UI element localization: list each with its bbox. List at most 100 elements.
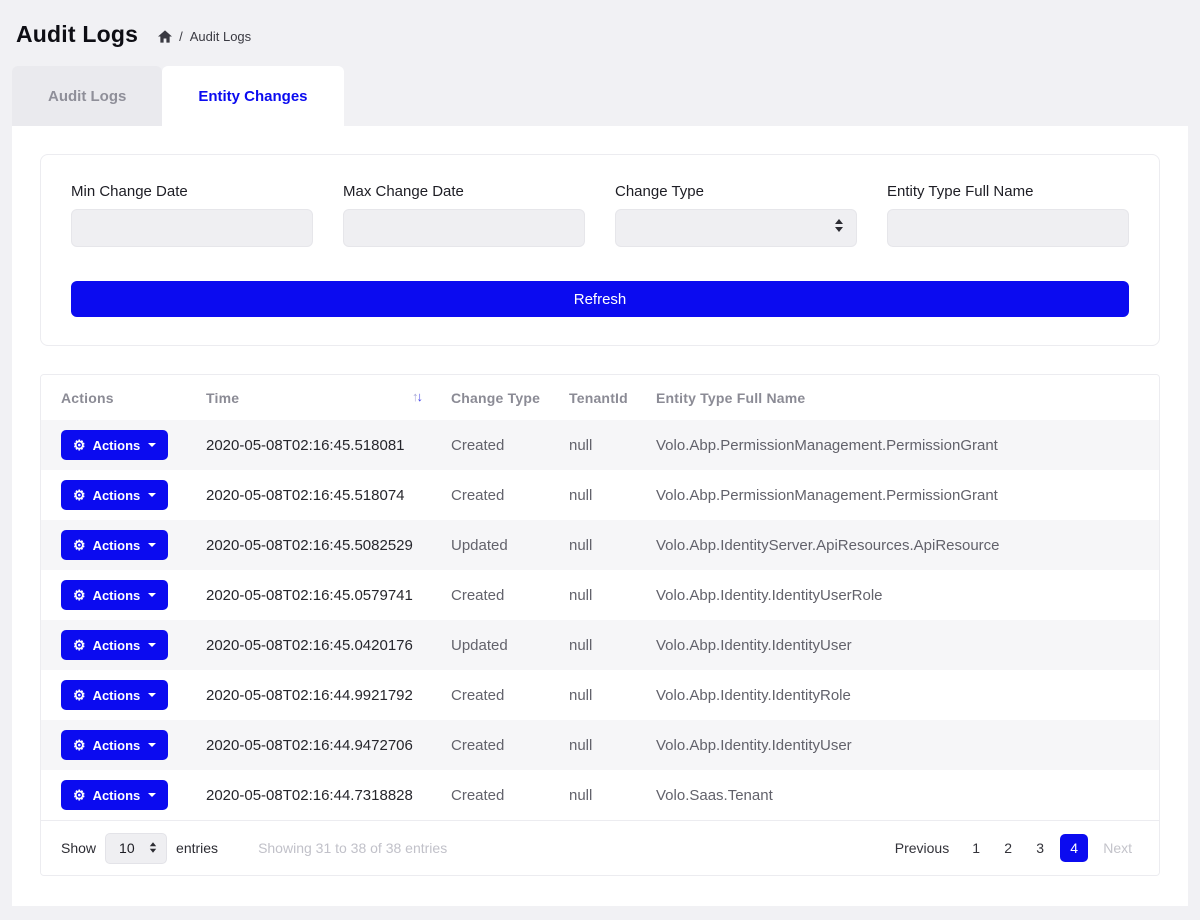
row-actions-button[interactable]: ⚙︎Actions	[61, 530, 168, 560]
breadcrumb: / Audit Logs	[158, 25, 251, 44]
caret-down-icon	[148, 493, 156, 497]
cell-time: 2020-05-08T02:16:45.0420176	[186, 620, 431, 670]
min-change-date-label: Min Change Date	[71, 183, 313, 200]
caret-down-icon	[148, 793, 156, 797]
gear-icon: ⚙︎	[73, 588, 86, 602]
table-footer: Show 10 entries Showing 31 to 38 of 38 e…	[41, 820, 1159, 875]
table-header-row: Actions Time ↑↓ Change Type TenantId Ent…	[41, 375, 1159, 420]
cell-change-type: Created	[431, 420, 549, 470]
cell-time: 2020-05-08T02:16:45.5082529	[186, 520, 431, 570]
table-row: ⚙︎Actions 2020-05-08T02:16:45.5082529 Up…	[41, 520, 1159, 570]
cell-entity-type: Volo.Saas.Tenant	[636, 770, 1159, 820]
column-header-tenant-id: TenantId	[549, 375, 636, 420]
table-row: ⚙︎Actions 2020-05-08T02:16:45.0420176 Up…	[41, 620, 1159, 670]
pagination-page-2[interactable]: 2	[996, 836, 1020, 860]
tab-audit-logs[interactable]: Audit Logs	[12, 66, 162, 126]
table-row: ⚙︎Actions 2020-05-08T02:16:44.7318828 Cr…	[41, 770, 1159, 820]
filter-panel: Min Change Date Max Change Date Change T…	[40, 154, 1160, 346]
gear-icon: ⚙︎	[73, 538, 86, 552]
page: Audit Logs / Audit Logs Audit Logs Entit…	[0, 0, 1200, 920]
row-actions-button[interactable]: ⚙︎Actions	[61, 480, 168, 510]
filter-field-max-change-date: Max Change Date	[343, 183, 585, 247]
caret-down-icon	[148, 693, 156, 697]
filter-grid: Min Change Date Max Change Date Change T…	[71, 183, 1129, 247]
pagination-page-1[interactable]: 1	[964, 836, 988, 860]
caret-down-icon	[148, 443, 156, 447]
table-row: ⚙︎Actions 2020-05-08T02:16:45.0579741 Cr…	[41, 570, 1159, 620]
caret-down-icon	[148, 543, 156, 547]
gear-icon: ⚙︎	[73, 638, 86, 652]
change-type-label: Change Type	[615, 183, 857, 200]
show-label: Show	[61, 840, 96, 856]
cell-entity-type: Volo.Abp.Identity.IdentityUser	[636, 720, 1159, 770]
caret-down-icon	[148, 593, 156, 597]
cell-change-type: Created	[431, 570, 549, 620]
max-change-date-input[interactable]	[343, 209, 585, 247]
entries-label: entries	[176, 840, 218, 856]
column-header-entity-type: Entity Type Full Name	[636, 375, 1159, 420]
caret-down-icon	[148, 743, 156, 747]
entity-type-label: Entity Type Full Name	[887, 183, 1129, 200]
gear-icon: ⚙︎	[73, 738, 86, 752]
cell-change-type: Updated	[431, 520, 549, 570]
cell-change-type: Created	[431, 770, 549, 820]
row-actions-button[interactable]: ⚙︎Actions	[61, 430, 168, 460]
change-type-select[interactable]	[615, 209, 857, 247]
table-row: ⚙︎Actions 2020-05-08T02:16:44.9472706 Cr…	[41, 720, 1159, 770]
column-header-time[interactable]: Time ↑↓	[186, 375, 431, 420]
gear-icon: ⚙︎	[73, 688, 86, 702]
pagination-next[interactable]: Next	[1096, 836, 1139, 860]
tab-entity-changes[interactable]: Entity Changes	[162, 66, 343, 126]
cell-entity-type: Volo.Abp.Identity.IdentityUser	[636, 620, 1159, 670]
caret-down-icon	[148, 643, 156, 647]
row-actions-button[interactable]: ⚙︎Actions	[61, 630, 168, 660]
row-actions-button[interactable]: ⚙︎Actions	[61, 680, 168, 710]
row-actions-button[interactable]: ⚙︎Actions	[61, 730, 168, 760]
filter-field-min-change-date: Min Change Date	[71, 183, 313, 247]
entries-summary: Showing 31 to 38 of 38 entries	[258, 840, 447, 856]
cell-tenant-id: null	[549, 770, 636, 820]
cell-change-type: Created	[431, 720, 549, 770]
column-header-change-type: Change Type	[431, 375, 549, 420]
max-change-date-label: Max Change Date	[343, 183, 585, 200]
gear-icon: ⚙︎	[73, 788, 86, 802]
refresh-button[interactable]: Refresh	[71, 281, 1129, 317]
table-row: ⚙︎Actions 2020-05-08T02:16:45.518074 Cre…	[41, 470, 1159, 520]
page-size-control: Show 10 entries	[61, 833, 218, 864]
cell-entity-type: Volo.Abp.PermissionManagement.Permission…	[636, 420, 1159, 470]
pagination-previous[interactable]: Previous	[888, 836, 956, 860]
cell-time: 2020-05-08T02:16:45.0579741	[186, 570, 431, 620]
cell-tenant-id: null	[549, 670, 636, 720]
cell-change-type: Updated	[431, 620, 549, 670]
cell-change-type: Created	[431, 670, 549, 720]
page-title: Audit Logs	[16, 21, 138, 48]
pagination-page-3[interactable]: 3	[1028, 836, 1052, 860]
content-card: Min Change Date Max Change Date Change T…	[12, 126, 1188, 906]
cell-entity-type: Volo.Abp.PermissionManagement.Permission…	[636, 470, 1159, 520]
cell-time: 2020-05-08T02:16:44.7318828	[186, 770, 431, 820]
cell-tenant-id: null	[549, 420, 636, 470]
table-row: ⚙︎Actions 2020-05-08T02:16:45.518081 Cre…	[41, 420, 1159, 470]
cell-tenant-id: null	[549, 570, 636, 620]
row-actions-button[interactable]: ⚙︎Actions	[61, 780, 168, 810]
pagination-page-4-active[interactable]: 4	[1060, 834, 1088, 862]
page-header: Audit Logs / Audit Logs	[0, 0, 1200, 52]
page-size-value: 10	[119, 840, 135, 856]
updown-arrows-icon	[149, 840, 157, 856]
home-icon[interactable]	[158, 30, 172, 43]
page-size-select[interactable]: 10	[105, 833, 167, 864]
min-change-date-input[interactable]	[71, 209, 313, 247]
entity-changes-table: Actions Time ↑↓ Change Type TenantId Ent…	[40, 374, 1160, 876]
cell-entity-type: Volo.Abp.Identity.IdentityRole	[636, 670, 1159, 720]
filter-field-entity-type: Entity Type Full Name	[887, 183, 1129, 247]
sort-icon[interactable]: ↑↓	[412, 389, 421, 404]
breadcrumb-separator: /	[179, 29, 183, 44]
row-actions-button[interactable]: ⚙︎Actions	[61, 580, 168, 610]
cell-tenant-id: null	[549, 720, 636, 770]
cell-tenant-id: null	[549, 620, 636, 670]
pagination: Previous 1 2 3 4 Next	[888, 834, 1139, 862]
gear-icon: ⚙︎	[73, 488, 86, 502]
table-row: ⚙︎Actions 2020-05-08T02:16:44.9921792 Cr…	[41, 670, 1159, 720]
entity-type-input[interactable]	[887, 209, 1129, 247]
cell-time: 2020-05-08T02:16:45.518081	[186, 420, 431, 470]
